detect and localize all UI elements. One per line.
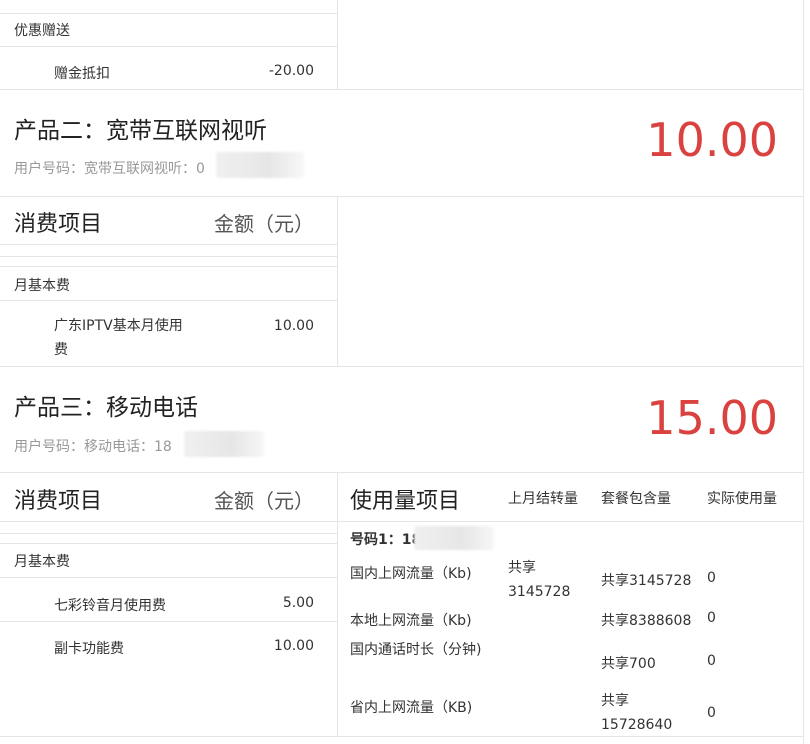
item-amount: -20.00 (268, 63, 314, 79)
divider (0, 300, 337, 301)
divider (803, 0, 804, 744)
usage-row-used: 0 (707, 610, 716, 626)
divider (0, 577, 337, 578)
usage-row-name: 本地上网流量（Kb) (350, 613, 472, 629)
usage-row-used: 0 (707, 705, 716, 721)
section-label: 月基本费 (14, 554, 70, 570)
section-label: 优惠赠送 (14, 23, 70, 39)
usage-row-used: 0 (707, 570, 716, 586)
divider (0, 521, 337, 522)
divider (0, 472, 803, 473)
item-name: 七彩铃音月使用费 (54, 598, 166, 614)
usage-header-used: 实际使用量 (707, 491, 777, 507)
divider (0, 244, 337, 245)
item-amount: 10.00 (273, 638, 314, 654)
divider (0, 256, 337, 257)
divider (0, 543, 337, 544)
divider (337, 472, 338, 736)
divider (0, 366, 803, 367)
item-name: 广东IPTV基本月使用费 (54, 318, 183, 358)
phone-number-label: 号码1：18 (350, 532, 422, 548)
section-label: 月基本费 (14, 278, 70, 294)
usage-row-name: 国内通话时长（分钟) (350, 642, 482, 658)
redacted-blur (216, 152, 304, 178)
divider (0, 533, 337, 534)
product-title: 产品三：移动电话 (14, 395, 198, 421)
divider (337, 0, 338, 90)
item-amount: 10.00 (273, 318, 314, 334)
usage-header-carry: 上月结转量 (508, 491, 578, 507)
usage-row-carry: 共享3145728 (508, 560, 571, 600)
item-amount: 5.00 (282, 595, 314, 611)
divider (0, 89, 803, 90)
column-header-amount: 金额（元） (214, 212, 314, 236)
divider (0, 13, 337, 14)
user-number-label: 用户号码：移动电话：18 (14, 439, 172, 455)
redacted-blur (414, 526, 494, 550)
user-number-label: 用户号码：宽带互联网视听：0 (14, 161, 205, 177)
item-name: 副卡功能费 (54, 641, 124, 657)
product-title: 产品二：宽带互联网视听 (14, 118, 267, 144)
usage-row-included: 共享3145728 (601, 573, 692, 589)
column-header-item: 消费项目 (14, 212, 103, 237)
item-name: 赠金抵扣 (54, 66, 110, 82)
column-header-item: 消费项目 (14, 489, 103, 514)
usage-row-name: 国内上网流量（Kb) (350, 566, 472, 582)
redacted-blur (184, 431, 264, 457)
usage-title: 使用量项目 (350, 489, 461, 514)
divider (0, 46, 337, 47)
usage-row-included: 共享700 (601, 656, 656, 672)
column-header-amount: 金额（元） (214, 489, 314, 513)
divider (0, 736, 803, 737)
divider (0, 621, 337, 622)
product-total: 10.00 (646, 113, 778, 167)
divider (337, 521, 803, 522)
divider (337, 196, 338, 366)
divider (0, 266, 337, 267)
usage-row-included: 共享15728640 (601, 693, 673, 733)
usage-header-included: 套餐包含量 (601, 491, 671, 507)
usage-row-used: 0 (707, 653, 716, 669)
usage-row-name: 省内上网流量（KB) (350, 700, 473, 716)
usage-row-included: 共享8388608 (601, 613, 692, 629)
product-total: 15.00 (646, 391, 778, 445)
divider (0, 196, 803, 197)
